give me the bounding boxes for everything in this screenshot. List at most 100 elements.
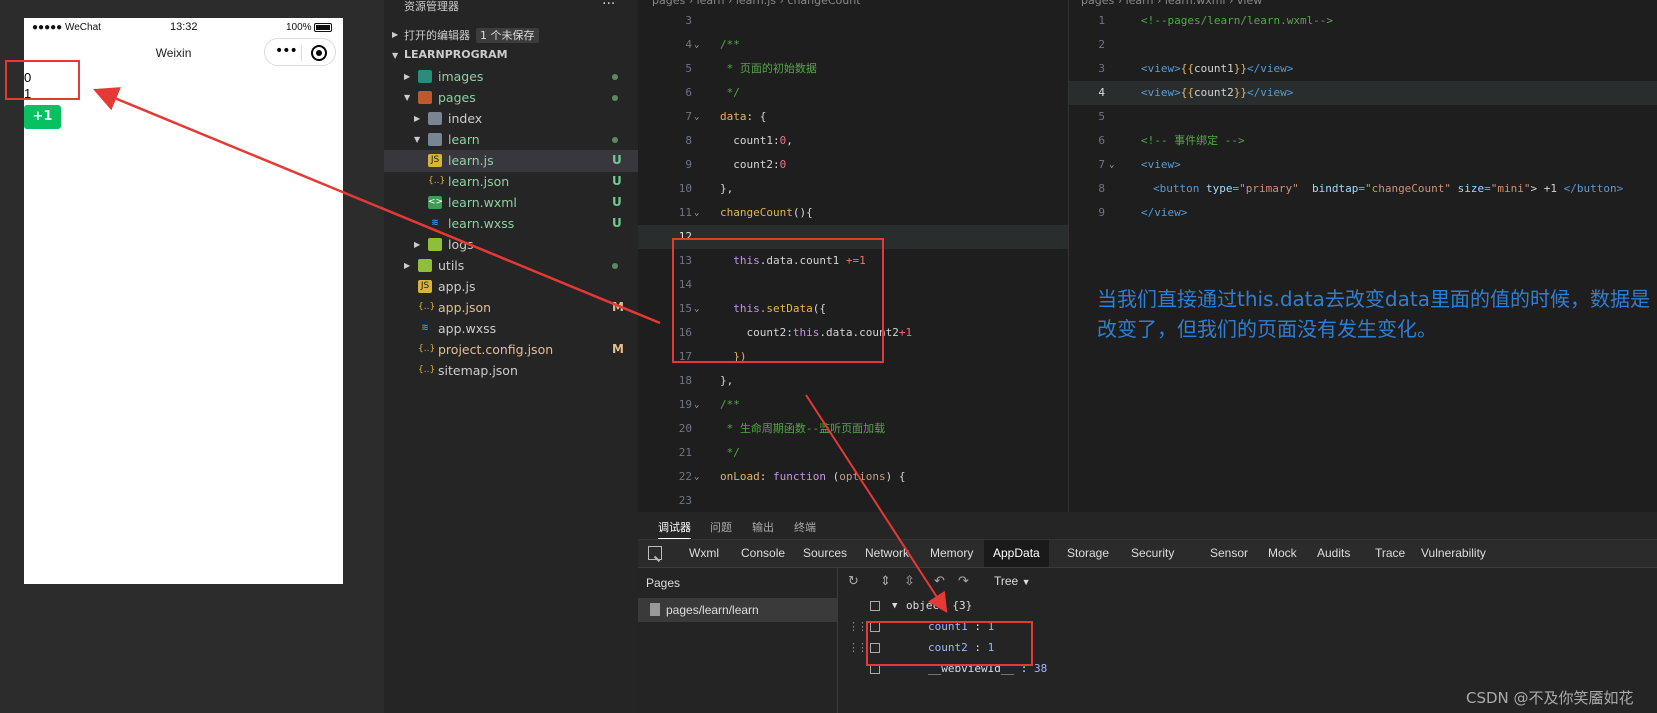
tree-item-utils[interactable]: ▶ utils bbox=[384, 255, 638, 277]
line-number: 3 bbox=[1098, 62, 1105, 75]
more-actions-icon[interactable]: ... bbox=[602, 0, 615, 8]
drag-handle-icon[interactable]: ⋮⋮ bbox=[848, 641, 868, 654]
code-text: }, bbox=[720, 182, 734, 195]
tab-debugger[interactable]: 调试器 bbox=[658, 519, 691, 539]
tree-item-logs[interactable]: ▶ logs bbox=[384, 234, 638, 256]
code-token: : bbox=[759, 470, 773, 483]
fold-chevron-icon[interactable]: ⌄ bbox=[694, 465, 699, 489]
tree-item-learn-wxss[interactable]: ≋ learn.wxss U bbox=[384, 213, 638, 235]
close-target-icon[interactable] bbox=[311, 45, 327, 61]
tree-item-learn-wxml[interactable]: <> learn.wxml U bbox=[384, 192, 638, 214]
collapse-all-icon[interactable]: ⇳ bbox=[904, 574, 915, 589]
line-number: 8 bbox=[1098, 182, 1105, 195]
tab-memory[interactable]: Memory bbox=[921, 540, 982, 567]
undo-icon[interactable]: ↶ bbox=[934, 574, 945, 589]
screenshot-root: ●●●●● WeChat 13:32 100% Weixin ••• 0 1 +… bbox=[0, 0, 1657, 713]
tab-audits[interactable]: Audits bbox=[1308, 540, 1359, 567]
tree-item-label: app.wxss bbox=[438, 321, 497, 336]
wxml-editor[interactable]: pages › learn › learn.wxml › view 1 <!--p… bbox=[1068, 0, 1657, 512]
plus-one-button[interactable]: +1 bbox=[24, 105, 61, 129]
code-token: , bbox=[786, 134, 793, 147]
tab-wxml[interactable]: Wxml bbox=[680, 540, 728, 567]
tab-output[interactable]: 输出 bbox=[752, 519, 774, 535]
document-icon bbox=[650, 603, 660, 616]
tree-item-images[interactable]: ▶ images bbox=[384, 66, 638, 88]
tree-item-index[interactable]: ▶ index bbox=[384, 108, 638, 130]
json-file-icon: {..} bbox=[418, 365, 436, 375]
status-time: 13:32 bbox=[170, 21, 198, 33]
fold-chevron-icon[interactable]: ⌄ bbox=[694, 33, 699, 57]
code-text: */ bbox=[720, 446, 740, 459]
redo-icon[interactable]: ↷ bbox=[958, 574, 969, 589]
tree-item-learn[interactable]: ▼ learn bbox=[384, 129, 638, 151]
code-text: count2:0 bbox=[720, 153, 786, 177]
tab-mock[interactable]: Mock bbox=[1259, 540, 1306, 567]
tree-item-app-wxss[interactable]: ≋ app.wxss bbox=[384, 318, 638, 340]
fold-chevron-icon[interactable]: ⌄ bbox=[694, 201, 699, 225]
open-editors-section[interactable]: ▶ 打开的编辑器 1 个未保存 bbox=[384, 24, 638, 46]
drag-handle-icon[interactable]: ⋮⋮ bbox=[848, 620, 868, 633]
tab-terminal[interactable]: 终端 bbox=[794, 519, 816, 535]
tree-item-label: app.js bbox=[438, 279, 476, 294]
tab-console[interactable]: Console bbox=[732, 540, 794, 567]
tree-item-learn-json[interactable]: {..} learn.json U bbox=[384, 171, 638, 193]
status-bar: ●●●●● WeChat 13:32 100% bbox=[24, 18, 343, 40]
expand-all-icon[interactable]: ⇕ bbox=[880, 574, 891, 589]
editor-breadcrumb[interactable]: pages › learn › learn.js › changeCount bbox=[638, 0, 1068, 8]
page-item[interactable]: pages/learn/learn bbox=[638, 598, 837, 622]
tree-item-sitemap[interactable]: {..} sitemap.json bbox=[384, 360, 638, 382]
tree-item-label: learn bbox=[448, 132, 480, 147]
tree-item-pages[interactable]: ▼ pages bbox=[384, 87, 638, 109]
line-number: 7 bbox=[685, 110, 692, 123]
modified-dot bbox=[612, 263, 618, 269]
tab-sensor[interactable]: Sensor bbox=[1201, 540, 1257, 567]
row-checkbox[interactable] bbox=[870, 601, 880, 611]
code-token: ="changeCount" bbox=[1358, 182, 1452, 195]
code-line: 4 ⌄ /** bbox=[638, 33, 1068, 57]
tab-sources[interactable]: Sources bbox=[794, 540, 856, 567]
capsule-menu[interactable]: ••• bbox=[264, 38, 336, 66]
line-number: 10 bbox=[678, 182, 692, 195]
code-token: ="mini" bbox=[1484, 182, 1531, 195]
code-text: */ bbox=[720, 86, 740, 99]
unsaved-tag-wrap: 1 个未保存 bbox=[472, 27, 539, 43]
tree-item-app-json[interactable]: {..} app.json M bbox=[384, 297, 638, 319]
chevron-down-icon: ▼ bbox=[392, 51, 399, 60]
tab-network[interactable]: Network bbox=[856, 540, 918, 567]
tree-item-learn-js[interactable]: JS learn.js U bbox=[384, 150, 638, 172]
highlight-code-block bbox=[672, 238, 884, 363]
code-text: count1:0, bbox=[720, 129, 793, 153]
tree-item-app-js[interactable]: JS app.js bbox=[384, 276, 638, 298]
code-text: onLoad: function (options) { bbox=[720, 465, 905, 489]
view-mode-value: Tree bbox=[994, 574, 1019, 588]
fold-chevron-icon[interactable]: ⌄ bbox=[694, 105, 699, 129]
tab-storage[interactable]: Storage bbox=[1058, 540, 1118, 567]
inspect-element-icon[interactable] bbox=[648, 546, 662, 560]
tab-problems[interactable]: 问题 bbox=[710, 519, 732, 535]
tab-vulnerability[interactable]: Vulnerability bbox=[1412, 540, 1495, 567]
wxml-breadcrumb[interactable]: pages › learn › learn.wxml › view bbox=[1069, 0, 1657, 8]
tab-trace[interactable]: Trace bbox=[1366, 540, 1414, 567]
code-token: </button> bbox=[1563, 182, 1624, 195]
tab-security[interactable]: Security bbox=[1122, 540, 1183, 567]
tree-item-label: learn.js bbox=[448, 153, 494, 168]
pages-title: Pages bbox=[646, 576, 681, 590]
fold-chevron-icon[interactable]: ⌄ bbox=[1109, 153, 1114, 177]
project-section[interactable]: ▼ LEARNPROGRAM bbox=[384, 45, 638, 67]
tree-value[interactable]: 38 bbox=[1034, 662, 1047, 675]
devtools-panel: 调试器 问题 输出 终端 Wxml Console Sources Networ… bbox=[638, 512, 1657, 713]
json-file-icon: {..} bbox=[418, 302, 436, 312]
chevron-right-icon: ▶ bbox=[404, 72, 411, 81]
tree-item-project-config[interactable]: {..} project.config.json M bbox=[384, 339, 638, 361]
folder-icon bbox=[418, 259, 432, 272]
tab-appdata[interactable]: AppData bbox=[984, 540, 1049, 567]
tree-root-row[interactable]: ▼ object {3} bbox=[838, 596, 1657, 617]
code-token: (){ bbox=[792, 206, 813, 219]
chevron-down-icon: ▼ bbox=[414, 135, 421, 144]
view-mode-select[interactable]: Tree ▼ bbox=[994, 574, 1031, 588]
refresh-icon[interactable]: ↻ bbox=[848, 574, 859, 589]
code-text: <!-- 事件绑定 --> bbox=[1141, 134, 1245, 147]
bottom-panel-tabs: 调试器 问题 输出 终端 bbox=[638, 512, 1657, 540]
fold-chevron-icon[interactable]: ⌄ bbox=[694, 393, 699, 417]
more-dots-icon[interactable]: ••• bbox=[275, 43, 298, 59]
